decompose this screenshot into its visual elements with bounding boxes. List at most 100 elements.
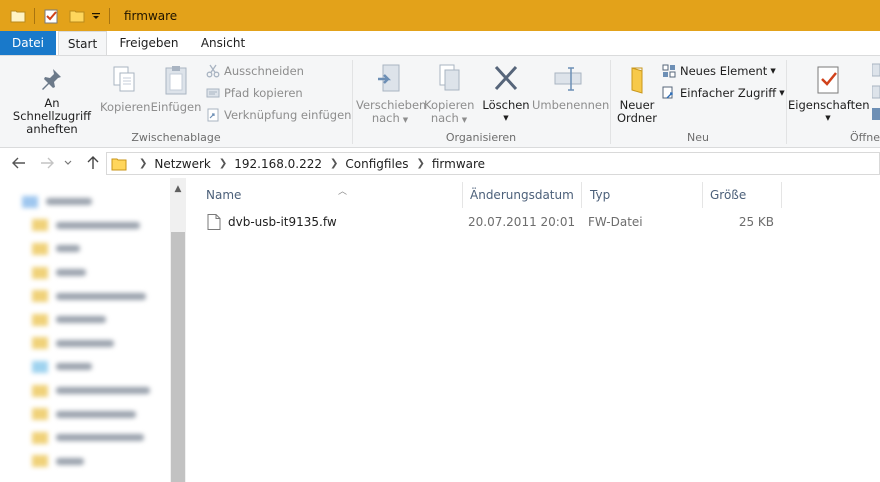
tree-item[interactable]: [14, 332, 150, 356]
tree-item[interactable]: [14, 261, 150, 285]
tab-start[interactable]: Start: [58, 31, 107, 56]
folder-icon: [10, 10, 26, 22]
rename-label: Umbenennen: [532, 98, 610, 112]
scroll-thumb[interactable]: [171, 232, 185, 482]
column-header-type[interactable]: Typ: [582, 182, 702, 208]
chevron-down-icon: ▼: [770, 67, 776, 75]
ribbon: An Schnellzugriff anheften Kopieren Einf…: [0, 55, 880, 148]
breadcrumb-separator[interactable]: ❯: [416, 158, 424, 169]
file-type: FW-Datei: [588, 215, 643, 229]
tree-item[interactable]: [14, 402, 150, 426]
qat-separator: [34, 7, 35, 24]
nav-scrollbar[interactable]: ▲: [170, 178, 186, 482]
navigation-pane[interactable]: ▲: [0, 178, 186, 482]
copy-path-label: Pfad kopieren: [224, 86, 303, 100]
new-folder-button[interactable]: Neuer Ordner: [614, 64, 660, 125]
arrow-right-icon: [41, 157, 54, 169]
copy-to-label-line2: nach: [430, 111, 459, 125]
tree-item[interactable]: [14, 426, 150, 450]
file-list[interactable]: Name ︿ Änderungsdatum Typ Größe dvb-usb-…: [186, 178, 880, 482]
chevron-down-icon: ▼: [779, 89, 785, 97]
properties-button[interactable]: Eigenschaften ▼: [788, 64, 870, 125]
forward-button[interactable]: [38, 154, 56, 172]
clipboard-group-label: Zwischenablage: [131, 131, 221, 144]
tree-item[interactable]: [14, 355, 150, 379]
tree-item[interactable]: [14, 284, 150, 308]
breadcrumb-separator[interactable]: ❯: [219, 158, 227, 169]
paste-label: Einfügen: [150, 100, 202, 114]
file-name[interactable]: dvb-usb-it9135.fw: [228, 211, 337, 233]
tree-item[interactable]: [14, 379, 150, 403]
column-divider[interactable]: [781, 182, 782, 208]
rename-button[interactable]: Umbenennen: [532, 62, 610, 112]
file-date: 20.07.2011 20:01: [468, 215, 576, 229]
up-button[interactable]: [84, 154, 102, 172]
move-to-label-line2: nach: [371, 111, 400, 125]
properties-icon[interactable]: [43, 8, 59, 24]
new-item-button[interactable]: Neues Element ▼: [662, 62, 776, 80]
chevron-down-icon[interactable]: [91, 8, 101, 24]
column-name-label: Name: [206, 188, 242, 202]
pin-quick-access-button[interactable]: An Schnellzugriff anheften: [4, 66, 100, 136]
recent-locations-button[interactable]: [62, 154, 74, 172]
tab-datei[interactable]: Datei: [0, 31, 56, 55]
delete-label: Löschen: [482, 98, 530, 112]
cut-label: Ausschneiden: [224, 64, 304, 78]
title-separator: [109, 7, 110, 24]
tree-item[interactable]: [14, 308, 150, 332]
scissors-icon: [206, 64, 220, 78]
open-icons-partial: [872, 63, 880, 120]
new-item-label: Neues Element: [680, 64, 768, 78]
title-bar: firmware: [0, 0, 880, 31]
tab-ansicht[interactable]: Ansicht: [192, 31, 254, 55]
breadcrumb-item[interactable]: Configfiles: [345, 157, 408, 171]
tree-item[interactable]: [14, 214, 150, 238]
move-to-icon: [378, 64, 400, 92]
column-header-size[interactable]: Größe: [702, 182, 782, 208]
column-header-name[interactable]: Name ︿: [198, 182, 462, 208]
address-bar[interactable]: ❯ Netzwerk ❯ 192.168.0.222 ❯ Configfiles…: [106, 152, 880, 175]
copy-to-button[interactable]: Kopieren nach ▼: [424, 62, 474, 127]
file-row[interactable]: dvb-usb-it9135.fw 20.07.2011 20:01 FW-Da…: [200, 211, 780, 233]
breadcrumb-separator[interactable]: ❯: [330, 158, 338, 169]
window-title: firmware: [124, 8, 178, 23]
new-group-label: Neu: [687, 131, 709, 144]
tree-item[interactable]: [14, 237, 150, 261]
blurred-tree: [14, 190, 150, 473]
tab-freigeben[interactable]: Freigeben: [112, 31, 186, 55]
chevron-down-icon: ▼: [402, 116, 409, 124]
delete-button[interactable]: Löschen ▼: [480, 62, 532, 125]
back-button[interactable]: [10, 154, 28, 172]
arrow-up-icon: [87, 156, 99, 169]
easy-access-label: Einfacher Zugriff: [680, 86, 777, 100]
pin-icon: [42, 69, 61, 90]
breadcrumb-item-current[interactable]: firmware: [432, 157, 485, 171]
copy-path-icon: [206, 88, 220, 98]
folder-icon: [111, 158, 127, 170]
cut-button[interactable]: Ausschneiden: [206, 62, 304, 80]
chevron-down-icon: ▼: [461, 116, 468, 124]
breadcrumb-separator[interactable]: ❯: [139, 158, 147, 169]
column-header-date[interactable]: Änderungsdatum: [462, 182, 582, 208]
open-group-label: Öffne: [850, 131, 880, 144]
scroll-up-arrow-icon[interactable]: ▲: [170, 184, 186, 196]
paste-shortcut-label: Verknüpfung einfügen: [224, 108, 352, 122]
breadcrumb-item[interactable]: 192.168.0.222: [234, 157, 322, 171]
new-item-icon: [662, 64, 676, 78]
chevron-down-icon: ▼: [503, 114, 509, 122]
easy-access-icon: [662, 86, 673, 99]
copy-path-button[interactable]: Pfad kopieren: [206, 84, 303, 102]
tree-item[interactable]: [14, 190, 150, 214]
rename-icon: [554, 67, 582, 91]
paste-button[interactable]: Einfügen: [150, 64, 202, 114]
copy-to-icon: [439, 64, 460, 91]
move-to-button[interactable]: Verschieben nach ▼: [356, 62, 426, 127]
copy-label: Kopieren: [100, 100, 151, 114]
new-folder-icon[interactable]: [69, 8, 85, 24]
easy-access-button[interactable]: Einfacher Zugriff ▼: [662, 84, 785, 102]
copy-button[interactable]: Kopieren: [100, 64, 151, 114]
breadcrumb-item[interactable]: Netzwerk: [154, 157, 210, 171]
organize-group-label: Organisieren: [445, 131, 517, 144]
paste-shortcut-button[interactable]: Verknüpfung einfügen: [206, 106, 351, 124]
tree-item[interactable]: [14, 450, 150, 474]
